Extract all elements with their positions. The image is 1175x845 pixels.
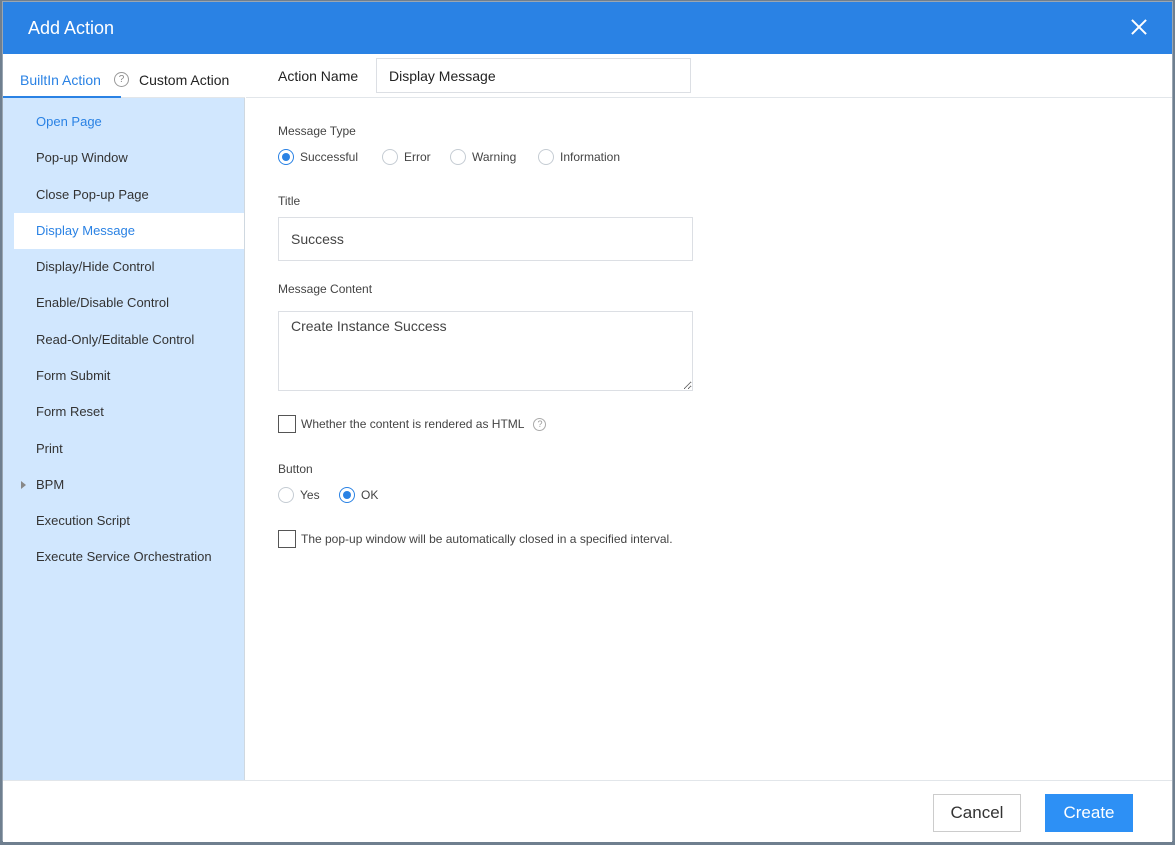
dialog-title: Add Action [28,18,115,38]
sidebar-item-bpm-label: BPM [36,477,65,492]
create-button[interactable]: Create [1045,794,1133,832]
render-html-checkbox[interactable]: Whether the content is rendered as HTML … [278,415,547,433]
message-content-textarea[interactable]: Create Instance Success [278,311,693,391]
tab-builtin-action[interactable]: BuiltIn Action [20,72,101,88]
help-icon[interactable]: ? [533,417,547,431]
message-type-label: Message Type [278,124,356,138]
sidebar-item-close-popup-page[interactable]: Close Pop-up Page [14,177,244,213]
radio-warning[interactable]: Warning [450,149,516,165]
sidebar-item-execute-service-orchestration[interactable]: Execute Service Orchestration [14,539,244,575]
action-sidebar: BuiltIn Action ? Custom Action Open Page… [3,54,245,780]
action-name-input[interactable] [376,58,691,93]
auto-close-label: The pop-up window will be automatically … [301,532,673,546]
sidebar-item-form-submit[interactable]: Form Submit [14,358,244,394]
radio-information[interactable]: Information [538,149,620,165]
action-name-row: Action Name [246,54,1172,98]
message-content-label: Message Content [278,282,373,296]
sidebar-item-display-message[interactable]: Display Message [14,213,244,249]
radio-ok[interactable]: OK [339,487,378,503]
help-icon[interactable]: ? [114,72,129,87]
close-icon[interactable] [1128,16,1150,38]
dialog-footer: Cancel Create [3,780,1172,842]
sidebar-item-print[interactable]: Print [14,431,244,467]
radio-dot[interactable] [538,149,554,165]
sidebar-item-display-hide-control[interactable]: Display/Hide Control [14,249,244,285]
radio-yes[interactable]: Yes [278,487,320,503]
radio-successful[interactable]: Successful [278,149,358,165]
sidebar-item-execution-script[interactable]: Execution Script [14,503,244,539]
radio-dot[interactable] [339,487,355,503]
auto-close-checkbox[interactable]: The pop-up window will be automatically … [278,530,673,548]
title-label: Title [278,194,301,208]
sidebar-item-popup-window[interactable]: Pop-up Window [14,140,244,176]
radio-information-label: Information [560,150,621,164]
radio-error-label: Error [404,150,431,164]
render-html-label: Whether the content is rendered as HTML [301,417,525,431]
title-input[interactable] [278,217,693,261]
sidebar-item-readonly-editable-control[interactable]: Read-Only/Editable Control [14,322,244,358]
caret-right-icon[interactable] [21,481,26,489]
action-name-label: Action Name [278,68,359,84]
tab-custom-action[interactable]: Custom Action [139,72,229,88]
checkbox-box[interactable] [278,415,296,433]
sidebar-item-open-page[interactable]: Open Page [14,104,244,140]
add-action-dialog: Add Action BuiltIn Action ? Custom Actio… [2,1,1173,842]
radio-warning-label: Warning [472,150,517,164]
radio-successful-label: Successful [300,150,359,164]
radio-dot[interactable] [450,149,466,165]
radio-ok-label: OK [361,488,379,502]
sidebar-item-bpm[interactable]: BPM [3,467,244,503]
radio-dot[interactable] [382,149,398,165]
dialog-header: Add Action [3,2,1172,54]
sidebar-item-enable-disable-control[interactable]: Enable/Disable Control [14,285,244,321]
action-tabs: BuiltIn Action ? Custom Action [3,54,245,98]
cancel-button[interactable]: Cancel [933,794,1021,832]
radio-error[interactable]: Error [382,149,431,165]
button-label: Button [278,462,313,476]
sidebar-item-form-reset[interactable]: Form Reset [14,394,244,430]
active-tab-indicator [3,96,121,98]
action-config-panel: Action Name Message Type Successful Erro… [246,54,1172,780]
radio-dot[interactable] [278,149,294,165]
radio-yes-label: Yes [300,488,320,502]
radio-dot[interactable] [278,487,294,503]
checkbox-box[interactable] [278,530,296,548]
